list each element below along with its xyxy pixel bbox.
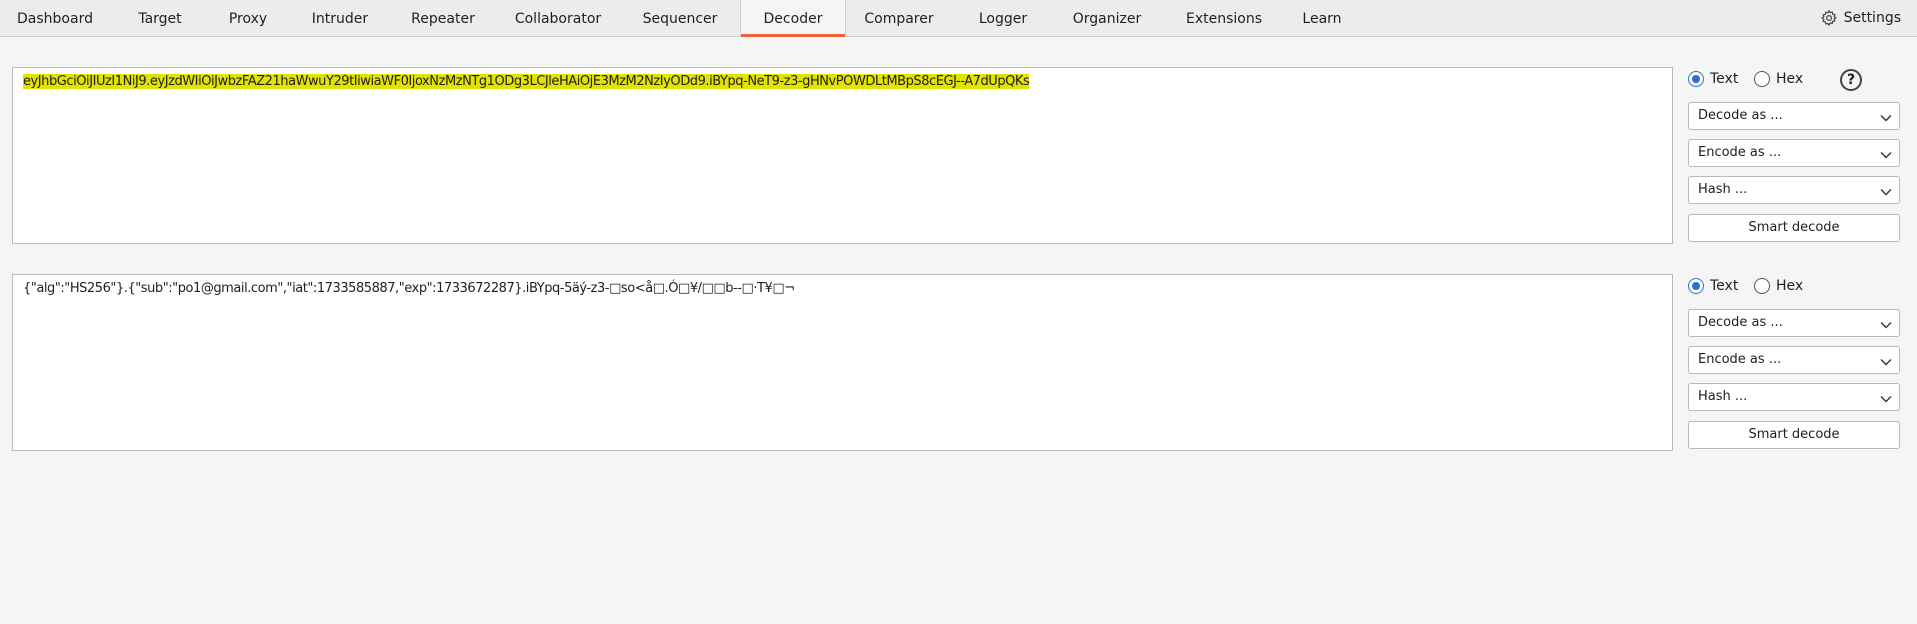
tab-intruder[interactable]: Intruder: [302, 0, 378, 36]
tab-decoder-label: Decoder: [763, 11, 823, 27]
encode-as-dropdown[interactable]: Encode as ...: [1688, 346, 1900, 374]
text-radio-circle: [1688, 278, 1704, 294]
decoder-input-panel[interactable]: eyJhbGciOiJIUzI1NiJ9.eyJzdWIiOiJwbzFAZ21…: [12, 67, 1673, 244]
highlighted-text: eyJhbGciOiJIUzI1NiJ9.eyJzdWIiOiJwbzFAZ21…: [23, 74, 1030, 89]
tab-target[interactable]: Target: [126, 0, 194, 36]
tab-bar: Dashboard Target Proxy Intruder Repeater…: [0, 0, 1917, 37]
encode-as-label: Encode as ...: [1698, 145, 1782, 160]
smart-decode-button[interactable]: Smart decode: [1688, 421, 1900, 449]
tab-collaborator[interactable]: Collaborator: [508, 0, 608, 36]
hex-radio-label: Hex: [1776, 278, 1804, 294]
decoder-output-panel[interactable]: {"alg":"HS256"}.{"sub":"po1@gmail.com","…: [12, 274, 1673, 451]
decode-as-label: Decode as ...: [1698, 315, 1783, 330]
hash-label: Hash ...: [1698, 389, 1748, 404]
tab-extensions[interactable]: Extensions: [1178, 0, 1270, 36]
hex-radio[interactable]: Hex: [1754, 71, 1803, 87]
hash-label: Hash ...: [1698, 182, 1748, 197]
help-icon[interactable]: ?: [1840, 69, 1862, 91]
text-radio-label: Text: [1710, 71, 1739, 87]
text-radio-label: Text: [1710, 278, 1739, 294]
active-tab-indicator: [741, 34, 845, 37]
chevron-down-icon: [1879, 146, 1893, 172]
tab-decoder[interactable]: Decoder: [740, 0, 846, 37]
encode-as-label: Encode as ...: [1698, 352, 1782, 367]
decoded-text[interactable]: {"alg":"HS256"}.{"sub":"po1@gmail.com","…: [23, 281, 795, 296]
text-radio[interactable]: Text: [1688, 71, 1738, 87]
tab-logger[interactable]: Logger: [970, 0, 1036, 36]
settings-button[interactable]: Settings: [1820, 0, 1901, 36]
encode-as-dropdown[interactable]: Encode as ...: [1688, 139, 1900, 167]
chevron-down-icon: [1879, 183, 1893, 209]
decode-as-label: Decode as ...: [1698, 108, 1783, 123]
tab-comparer[interactable]: Comparer: [856, 0, 942, 36]
chevron-down-icon: [1879, 316, 1893, 342]
hex-radio-circle: [1754, 71, 1770, 87]
decode-as-dropdown[interactable]: Decode as ...: [1688, 309, 1900, 337]
settings-label: Settings: [1843, 10, 1901, 26]
tab-sequencer[interactable]: Sequencer: [632, 0, 728, 36]
hex-radio-label: Hex: [1776, 71, 1804, 87]
text-radio-circle: [1688, 71, 1704, 87]
tab-dashboard[interactable]: Dashboard: [8, 0, 102, 36]
hash-dropdown[interactable]: Hash ...: [1688, 176, 1900, 204]
chevron-down-icon: [1879, 353, 1893, 379]
hex-radio[interactable]: Hex: [1754, 278, 1803, 294]
chevron-down-icon: [1879, 109, 1893, 135]
tab-organizer[interactable]: Organizer: [1064, 0, 1150, 36]
decode-as-dropdown[interactable]: Decode as ...: [1688, 102, 1900, 130]
tab-repeater[interactable]: Repeater: [402, 0, 484, 36]
hash-dropdown[interactable]: Hash ...: [1688, 383, 1900, 411]
smart-decode-button[interactable]: Smart decode: [1688, 214, 1900, 242]
encoded-text[interactable]: eyJhbGciOiJIUzI1NiJ9.eyJzdWIiOiJwbzFAZ21…: [23, 74, 1030, 89]
text-radio[interactable]: Text: [1688, 278, 1738, 294]
chevron-down-icon: [1879, 390, 1893, 416]
hex-radio-circle: [1754, 278, 1770, 294]
tab-learn[interactable]: Learn: [1296, 0, 1348, 36]
gear-icon: [1820, 9, 1838, 27]
tab-proxy[interactable]: Proxy: [218, 0, 278, 36]
